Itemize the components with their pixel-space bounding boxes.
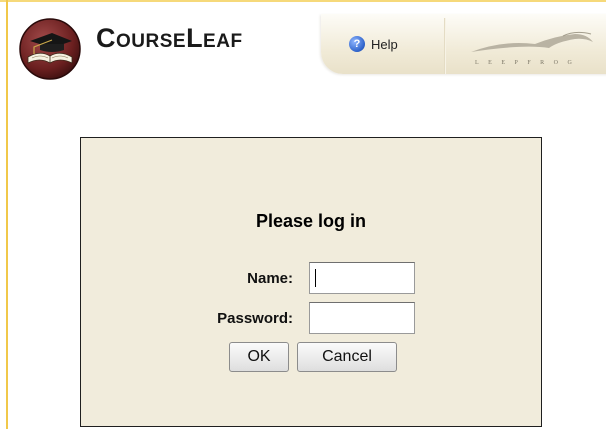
cancel-button[interactable]: Cancel xyxy=(297,342,397,372)
header-toolbar: ? Help LEEPFROG xyxy=(321,14,606,74)
help-label: Help xyxy=(371,36,398,52)
courseleaf-logo-icon xyxy=(19,18,81,80)
text-cursor xyxy=(315,269,316,287)
password-row: Password: xyxy=(81,302,415,334)
ok-button[interactable]: OK xyxy=(229,342,289,372)
app-title: CourseLeaf xyxy=(96,23,243,53)
name-input[interactable] xyxy=(309,262,415,294)
leepfrog-logo-icon: LEEPFROG xyxy=(471,31,593,66)
toolbar-divider xyxy=(445,18,446,74)
login-panel: Please log in Name: Password: OK Cancel xyxy=(80,137,542,427)
help-icon: ? xyxy=(349,36,365,52)
password-input[interactable] xyxy=(309,302,415,334)
name-label: Name: xyxy=(247,269,293,287)
password-label: Password: xyxy=(217,309,293,327)
leepfrog-logo-text: LEEPFROG xyxy=(475,60,581,66)
name-row: Name: xyxy=(81,262,415,294)
help-link[interactable]: ? Help xyxy=(349,36,398,52)
header: CourseLeaf ? Help LEEPFROG xyxy=(8,2,606,82)
login-title: Please log in xyxy=(255,211,367,231)
